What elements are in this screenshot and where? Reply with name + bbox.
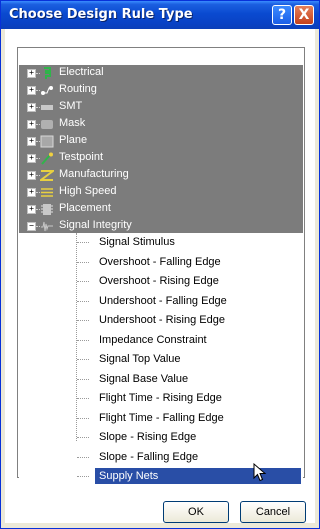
expand-icon[interactable]: + [27, 154, 36, 163]
tree-leaf-flight-time-rising[interactable]: Flight Time - Rising Edge [19, 389, 303, 409]
tree-node-label: Mask [59, 117, 86, 129]
signal-integrity-children: Signal Stimulus Overshoot - Falling Edge… [19, 233, 303, 487]
ok-button[interactable]: OK [163, 501, 229, 523]
cancel-button[interactable]: Cancel [240, 501, 306, 523]
tree-node-high-speed[interactable]: + High Speed [19, 184, 303, 201]
expand-icon[interactable]: + [27, 69, 36, 78]
tree-leaf-signal-top-value[interactable]: Signal Top Value [19, 350, 303, 370]
tree-node-mask[interactable]: + Mask [19, 116, 303, 133]
high-speed-icon [41, 188, 53, 197]
tree-leaf-label: Undershoot - Rising Edge [99, 314, 225, 326]
tree-node-label: Signal Integrity [59, 219, 132, 231]
tree-node-electrical[interactable]: + Electrical [19, 65, 303, 82]
tree-leaf-label: Supply Nets [95, 468, 301, 484]
mask-icon [41, 120, 53, 129]
help-button[interactable]: ? [272, 5, 292, 25]
close-icon: X [298, 7, 310, 23]
tree-leaf-overshoot-rising[interactable]: Overshoot - Rising Edge [19, 272, 303, 292]
tree-leaf-label: Signal Stimulus [99, 236, 175, 248]
tree-leaf-label: Signal Top Value [99, 353, 181, 365]
routing-icon [41, 86, 53, 95]
expand-icon[interactable]: + [27, 188, 36, 197]
tree-node-label: Testpoint [59, 151, 104, 163]
expand-icon[interactable]: + [27, 86, 36, 95]
tree-leaf-signal-stimulus[interactable]: Signal Stimulus [19, 233, 303, 253]
tree-leaf-label: Impedance Constraint [99, 333, 207, 346]
expand-icon[interactable]: + [27, 205, 36, 214]
tree-leaf-label: Overshoot - Falling Edge [99, 255, 221, 268]
tree-leaf-undershoot-rising[interactable]: Undershoot - Rising Edge [19, 311, 303, 331]
testpoint-icon [41, 152, 53, 165]
electrical-icon [44, 67, 51, 79]
tree-node-label: Manufacturing [59, 168, 129, 180]
tree-leaf-slope-rising[interactable]: Slope - Rising Edge [19, 428, 303, 448]
dialog-window: Choose Design Rule Type ? X + Electrical… [0, 0, 320, 529]
tree-node-routing[interactable]: + Routing [19, 82, 303, 99]
tree-node-smt[interactable]: + SMT [19, 99, 303, 116]
smt-icon [41, 105, 53, 110]
tree-node-placement[interactable]: + Placement [19, 201, 303, 218]
rule-type-tree-panel: + Electrical + Routing + SMT + Mask + Pl… [17, 47, 305, 487]
plane-icon [40, 135, 54, 148]
tree-node-plane[interactable]: + Plane [19, 133, 303, 150]
tree-leaf-label: Flight Time - Rising Edge [99, 392, 222, 404]
tree-leaf-undershoot-falling[interactable]: Undershoot - Falling Edge [19, 292, 303, 312]
tree-leaf-overshoot-falling[interactable]: Overshoot - Falling Edge [19, 253, 303, 273]
help-icon: ? [277, 7, 287, 23]
title-bar[interactable]: Choose Design Rule Type ? X [1, 1, 319, 29]
tree-leaf-label: Undershoot - Falling Edge [99, 294, 227, 307]
tree-node-manufacturing[interactable]: + Manufacturing [19, 167, 303, 184]
tree-leaf-impedance-constraint[interactable]: Impedance Constraint [19, 331, 303, 351]
tree-leaf-label: Overshoot - Rising Edge [99, 275, 219, 287]
tree-leaf-label: Signal Base Value [99, 372, 189, 385]
window-title: Choose Design Rule Type [9, 7, 193, 22]
tree-node-label: High Speed [59, 185, 117, 197]
rule-type-tree[interactable]: + Electrical + Routing + SMT + Mask + Pl… [19, 65, 303, 487]
tree-node-testpoint[interactable]: + Testpoint [19, 150, 303, 167]
expand-icon[interactable]: + [27, 120, 36, 129]
tree-leaf-flight-time-falling[interactable]: Flight Time - Falling Edge [19, 409, 303, 429]
tree-node-signal-integrity[interactable]: − Signal Integrity [19, 218, 303, 233]
tree-leaf-label: Slope - Rising Edge [99, 431, 197, 443]
tree-node-label: Placement [59, 202, 111, 214]
tree-node-label: Electrical [59, 66, 104, 78]
placement-icon [41, 204, 53, 215]
expand-icon[interactable]: + [27, 171, 36, 180]
expand-icon[interactable]: + [27, 103, 36, 112]
mouse-cursor-icon [253, 463, 267, 482]
tree-leaf-label: Flight Time - Falling Edge [99, 411, 224, 424]
tree-node-label: Plane [59, 134, 88, 146]
tree-node-label: Routing [59, 83, 97, 95]
manufacturing-icon [40, 170, 54, 181]
tree-node-label: SMT [59, 100, 83, 112]
close-button[interactable]: X [294, 5, 314, 25]
tree-leaf-signal-base-value[interactable]: Signal Base Value [19, 370, 303, 390]
collapse-icon[interactable]: − [27, 222, 36, 231]
tree-leaf-label: Slope - Falling Edge [99, 450, 199, 463]
expand-icon[interactable]: + [27, 137, 36, 146]
signal-integrity-icon [41, 221, 53, 232]
